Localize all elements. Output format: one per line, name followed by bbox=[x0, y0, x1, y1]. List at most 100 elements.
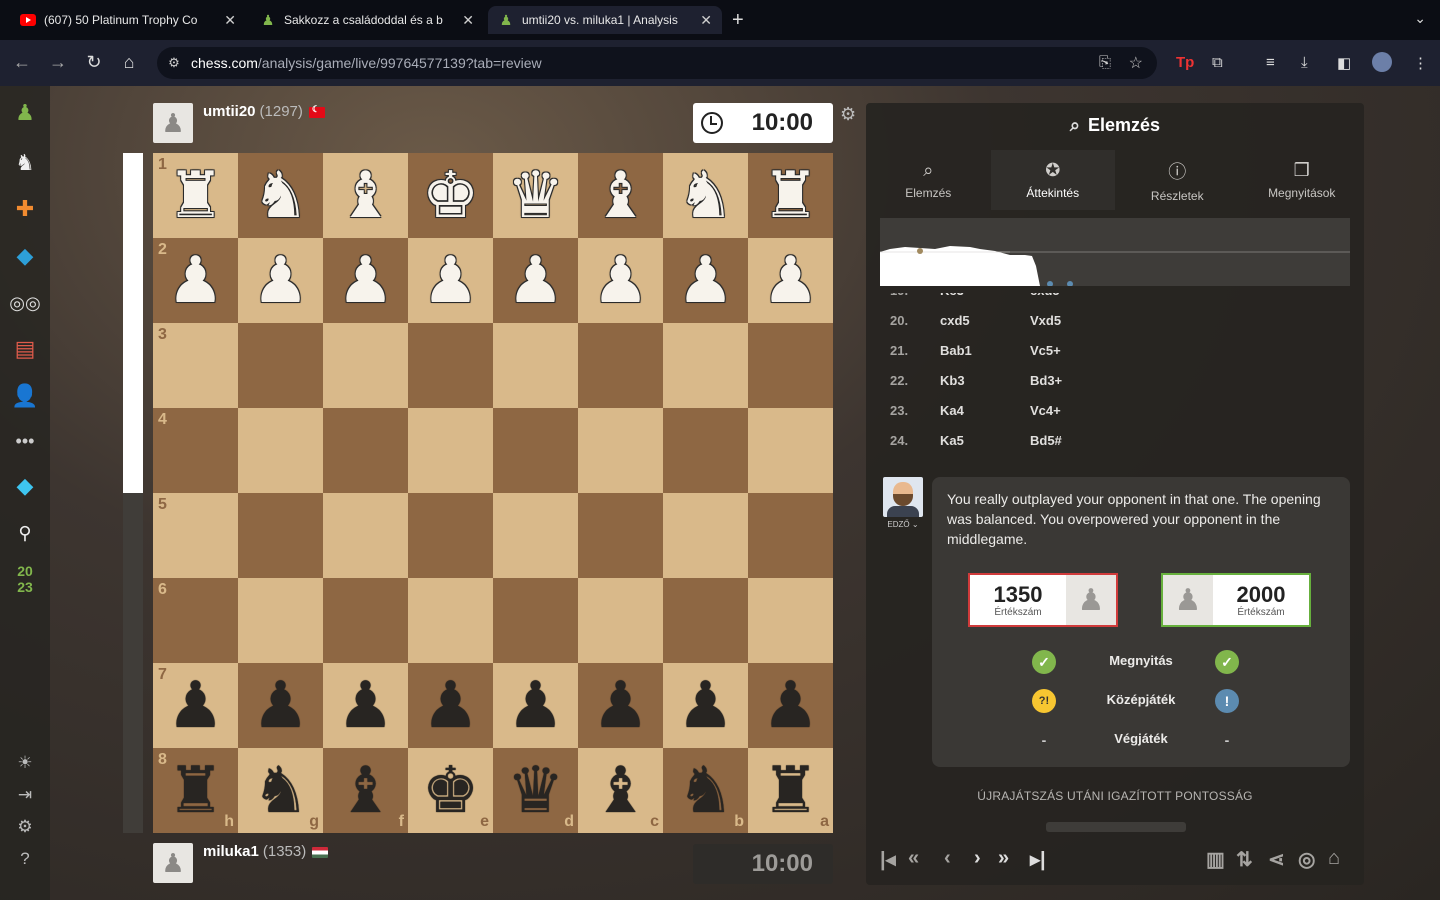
help-icon[interactable]: ? bbox=[10, 844, 40, 874]
board-square[interactable]: b ♞ bbox=[663, 748, 748, 833]
settings-icon[interactable]: ⚙ bbox=[10, 812, 40, 842]
board-square[interactable]: ♟ bbox=[323, 663, 408, 748]
black-king-icon[interactable]: ♚ bbox=[422, 759, 479, 823]
board-square[interactable] bbox=[748, 408, 833, 493]
search-icon[interactable]: ⚲ bbox=[10, 518, 40, 548]
install-app-icon[interactable]: ⎘ bbox=[1099, 54, 1111, 71]
black-pawn-icon[interactable]: ♟ bbox=[252, 674, 309, 738]
player-name[interactable]: miluka1 bbox=[203, 843, 259, 860]
board-square[interactable] bbox=[238, 578, 323, 663]
board-square[interactable] bbox=[238, 323, 323, 408]
watch-icon[interactable]: ◎◎ bbox=[9, 288, 40, 318]
board-square[interactable]: 3 bbox=[153, 323, 238, 408]
theme-icon[interactable]: ☀ bbox=[10, 748, 40, 778]
white-pawn-icon[interactable]: ♟ bbox=[677, 249, 734, 313]
board-square[interactable]: ♟ bbox=[408, 663, 493, 748]
board-square[interactable]: 7 ♟ bbox=[153, 663, 238, 748]
board-square[interactable] bbox=[578, 578, 663, 663]
year-in-review-icon[interactable]: 20 23 bbox=[10, 563, 40, 595]
white-bishop-icon[interactable]: ♝ bbox=[592, 164, 649, 228]
new-tab-button[interactable]: + bbox=[732, 9, 744, 32]
board-square[interactable] bbox=[408, 323, 493, 408]
site-settings-icon[interactable]: ⚙ bbox=[157, 55, 191, 71]
white-move[interactable]: Bab1 bbox=[940, 343, 1030, 358]
board-square[interactable] bbox=[323, 493, 408, 578]
white-rook-icon[interactable]: ♜ bbox=[762, 164, 819, 228]
board-square[interactable]: ♟ bbox=[663, 663, 748, 748]
white-pawn-icon[interactable]: ♟ bbox=[337, 249, 394, 313]
flip-board-icon[interactable]: ⇅ bbox=[1236, 847, 1253, 872]
back-icon[interactable]: ← bbox=[10, 52, 34, 73]
board-square[interactable]: ♝ bbox=[323, 153, 408, 238]
black-pawn-icon[interactable]: ♟ bbox=[677, 674, 734, 738]
avatar[interactable]: ♟ bbox=[153, 843, 193, 883]
board-square[interactable]: f ♝ bbox=[323, 748, 408, 833]
board-square[interactable] bbox=[493, 493, 578, 578]
white-pawn-icon[interactable]: ♟ bbox=[422, 249, 479, 313]
black-bishop-icon[interactable]: ♝ bbox=[337, 759, 394, 823]
black-bishop-icon[interactable]: ♝ bbox=[592, 759, 649, 823]
close-tab-icon[interactable]: ✕ bbox=[224, 12, 236, 29]
black-move[interactable]: cxd5 bbox=[1030, 293, 1120, 298]
black-pawn-icon[interactable]: ♟ bbox=[592, 674, 649, 738]
white-pawn-icon[interactable]: ♟ bbox=[252, 249, 309, 313]
tab-megnyitasok[interactable]: ❒ Megnyitások bbox=[1240, 150, 1365, 210]
media-control-icon[interactable]: ≡ bbox=[1266, 54, 1275, 71]
evaluation-graph[interactable] bbox=[880, 218, 1350, 286]
premium-diamond-icon[interactable]: ◆ bbox=[10, 471, 40, 501]
home-icon[interactable]: ⌂ bbox=[117, 52, 141, 73]
collapse-icon[interactable]: ⇥ bbox=[10, 780, 40, 810]
white-knight-icon[interactable]: ♞ bbox=[252, 164, 309, 228]
board-square[interactable]: ♟ bbox=[238, 663, 323, 748]
white-pawn-icon[interactable]: ♟ bbox=[507, 249, 564, 313]
board-square[interactable]: ♚ bbox=[408, 153, 493, 238]
engine-settings-icon[interactable]: ◎ bbox=[1298, 847, 1315, 872]
close-tab-icon[interactable]: ✕ bbox=[700, 12, 712, 29]
board-square[interactable] bbox=[493, 323, 578, 408]
board-square[interactable] bbox=[493, 408, 578, 493]
board-square[interactable]: a ♜ bbox=[748, 748, 833, 833]
coach[interactable]: EDZŐ ⌄ bbox=[880, 477, 926, 529]
social-icon[interactable]: 👤 bbox=[10, 381, 40, 411]
board-settings-icon[interactable]: ⚙ bbox=[840, 104, 856, 125]
black-queen-icon[interactable]: ♛ bbox=[507, 759, 564, 823]
board-square[interactable] bbox=[663, 578, 748, 663]
board-square[interactable]: ♝ bbox=[578, 153, 663, 238]
share-icon[interactable]: ⋖ bbox=[1268, 847, 1285, 872]
tab-reszletek[interactable]: ⓘ Részletek bbox=[1115, 150, 1240, 210]
black-move[interactable]: Vc5+ bbox=[1030, 343, 1120, 358]
white-move[interactable]: Kb3 bbox=[940, 373, 1030, 388]
black-move[interactable]: Bd3+ bbox=[1030, 373, 1120, 388]
board-square[interactable] bbox=[663, 493, 748, 578]
white-king-icon[interactable]: ♚ bbox=[422, 164, 479, 228]
board-square[interactable] bbox=[578, 493, 663, 578]
board-square[interactable]: 6 bbox=[153, 578, 238, 663]
black-move[interactable]: Bd5# bbox=[1030, 433, 1120, 448]
board-square[interactable]: 4 bbox=[153, 408, 238, 493]
bookmark-star-icon[interactable]: ☆ bbox=[1129, 53, 1143, 73]
board-square[interactable]: ♜ bbox=[748, 153, 833, 238]
first-move-icon[interactable]: |◂ bbox=[880, 847, 896, 872]
black-move[interactable]: Vc4+ bbox=[1030, 403, 1120, 418]
board-square[interactable] bbox=[238, 408, 323, 493]
black-knight-icon[interactable]: ♞ bbox=[677, 759, 734, 823]
board-square[interactable]: e ♚ bbox=[408, 748, 493, 833]
black-pawn-icon[interactable]: ♟ bbox=[507, 674, 564, 738]
board-square[interactable]: ♟ bbox=[578, 238, 663, 323]
browser-tab[interactable]: ♟ Sakkozz a családoddal és a b ✕ bbox=[250, 6, 484, 34]
profile-avatar[interactable] bbox=[1372, 52, 1392, 72]
board-square[interactable]: ♟ bbox=[493, 663, 578, 748]
player-name[interactable]: umtii20 bbox=[203, 103, 256, 120]
white-move[interactable]: cxd5 bbox=[940, 313, 1030, 328]
board-square[interactable]: ♛ bbox=[493, 153, 578, 238]
board-square[interactable]: d ♛ bbox=[493, 748, 578, 833]
fast-forward-icon[interactable]: » bbox=[998, 847, 1009, 870]
board-square[interactable] bbox=[663, 408, 748, 493]
white-pawn-icon[interactable]: ♟ bbox=[592, 249, 649, 313]
black-pawn-icon[interactable]: ♟ bbox=[762, 674, 819, 738]
white-move[interactable]: Kc3 bbox=[940, 293, 1030, 298]
board-square[interactable]: ♟ bbox=[238, 238, 323, 323]
chess-board[interactable]: 1 ♜ ♞ ♝ ♚ ♛ ♝ ♞ ♜ 2 ♟ ♟ ♟ ♟ ♟ ♟ ♟ ♟ 3 4 5 6 7 ♟ ♟ ♟ ♟ ♟ ♟ ♟ ♟ 8 h ♜ g ♞ f ♝ e ♚… bbox=[153, 153, 833, 833]
white-move[interactable]: Ka4 bbox=[940, 403, 1030, 418]
board-square[interactable]: ♟ bbox=[748, 238, 833, 323]
